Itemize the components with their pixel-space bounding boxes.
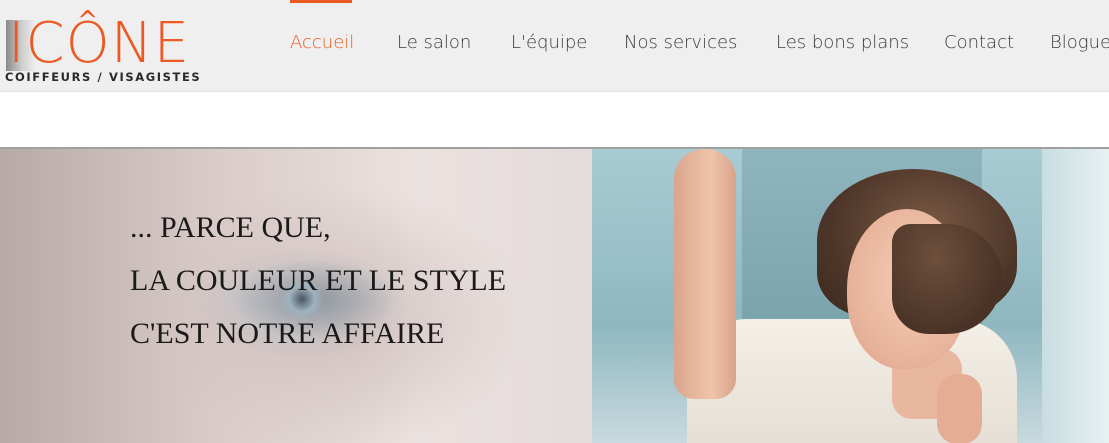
- hero-right-photo: [592, 149, 1109, 443]
- hero-left-image: ... PARCE QUE, LA COULEUR ET LE STYLE C'…: [0, 149, 592, 443]
- nav-item-bons-plans[interactable]: Les bons plans: [776, 32, 909, 53]
- nav-item-nos-services[interactable]: Nos services: [624, 32, 737, 53]
- site-header: ICÔNE COIFFEURS / VISAGISTES Accueil Le …: [0, 0, 1109, 92]
- nav-item-contact[interactable]: Contact: [944, 32, 1014, 53]
- nav-item-equipe[interactable]: L'équipe: [511, 32, 587, 53]
- model-arm: [674, 149, 736, 399]
- model-hand: [937, 374, 982, 443]
- hero-banner: ... PARCE QUE, LA COULEUR ET LE STYLE C'…: [0, 147, 1109, 443]
- nav-item-le-salon[interactable]: Le salon: [397, 32, 471, 53]
- nav-item-blogue[interactable]: Blogue: [1050, 32, 1109, 53]
- hero-line-3: C'EST NOTRE AFFAIRE: [130, 317, 445, 350]
- hero-line-2: LA COULEUR ET LE STYLE: [130, 264, 507, 297]
- active-nav-indicator: [290, 0, 352, 3]
- model-fringe: [892, 224, 1002, 334]
- hero-line-1: ... PARCE QUE,: [130, 211, 331, 244]
- wall-light: [1042, 149, 1109, 443]
- nav-item-accueil[interactable]: Accueil: [290, 32, 354, 53]
- main-nav: Accueil Le salon L'équipe Nos services L…: [0, 0, 1109, 91]
